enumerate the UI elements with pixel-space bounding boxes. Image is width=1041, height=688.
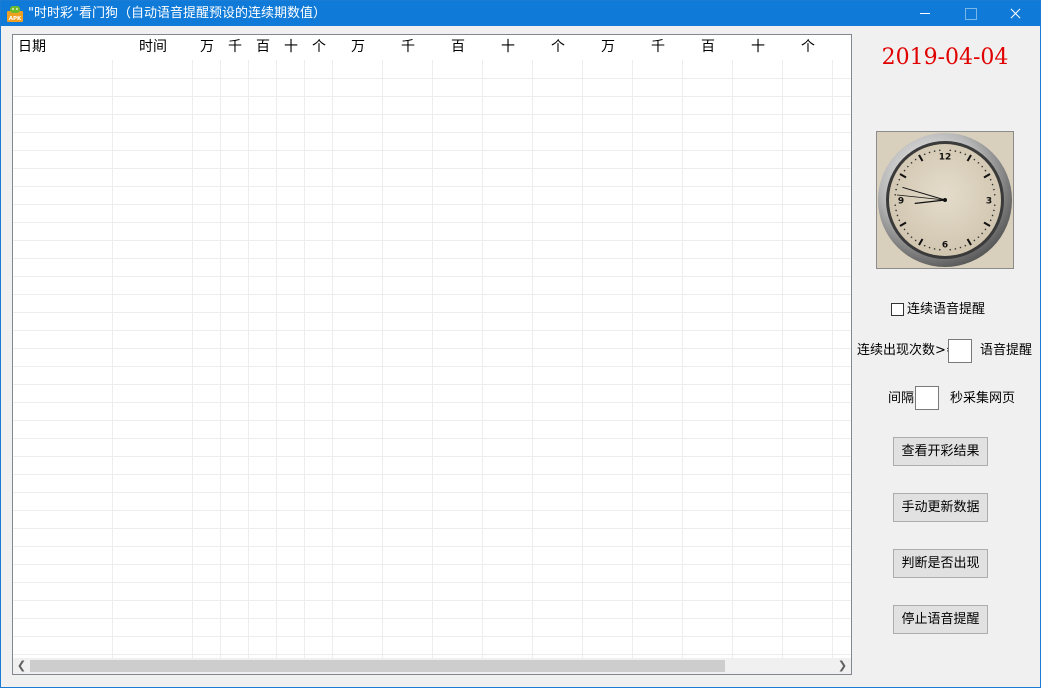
- clock-minute-dot: [938, 248, 941, 251]
- column-header-11[interactable]: 个: [533, 35, 583, 60]
- column-header-10[interactable]: 十: [483, 35, 533, 60]
- interval-prefix: 间隔: [888, 391, 915, 406]
- grid-lines: [13, 35, 851, 658]
- stop-voice-button[interactable]: 停止语音提醒: [893, 605, 988, 634]
- clock-number-3: 3: [986, 197, 992, 207]
- clock-minute-dot: [981, 232, 983, 235]
- column-header-4[interactable]: 百: [249, 35, 277, 60]
- current-date: 2019-04-04: [881, 45, 1009, 70]
- maximize-icon[interactable]: [947, 1, 993, 26]
- results-grid[interactable]: 日期 时间万千百十个万千百十个万千百十个 ❮ ❯: [12, 34, 852, 675]
- clock-minute-dot: [989, 178, 992, 181]
- clock-minute-dot: [984, 169, 987, 172]
- clock-minute-dot: [910, 162, 913, 164]
- clock-number-6: 6: [942, 241, 948, 251]
- clock-minute-dot: [907, 165, 909, 168]
- clock-minute-dot: [907, 232, 909, 235]
- column-header-3[interactable]: 千: [221, 35, 249, 60]
- clock-minute-dot: [933, 150, 936, 152]
- clock-minute-dot: [993, 204, 996, 207]
- clock-minute-dot: [894, 204, 897, 207]
- clock-minute-dot: [928, 151, 931, 154]
- scroll-left-icon[interactable]: ❮: [13, 658, 30, 674]
- column-header-12[interactable]: 万: [583, 35, 633, 60]
- minimize-icon[interactable]: [902, 1, 948, 26]
- clock-minute-dot: [903, 228, 906, 231]
- clock-minute-dot: [895, 188, 897, 191]
- column-header-0[interactable]: 日期: [13, 35, 113, 60]
- consecutive-count-input[interactable]: [948, 339, 972, 363]
- clock-minute-dot: [898, 178, 901, 181]
- clock-minute-dot: [993, 193, 996, 196]
- column-header-16[interactable]: 个: [783, 35, 833, 60]
- clock-minute-dot: [954, 150, 957, 152]
- voice-alert-checkbox[interactable]: [891, 303, 904, 316]
- clock-minute-dot: [993, 188, 995, 191]
- clock-number-9: 9: [898, 197, 904, 207]
- clock-minute-dot: [959, 151, 962, 154]
- column-header-9[interactable]: 百: [433, 35, 483, 60]
- column-header-2[interactable]: 万: [193, 35, 221, 60]
- clock-minute-dot: [894, 193, 897, 196]
- column-header-7[interactable]: 万: [333, 35, 383, 60]
- clock-minute-dot: [928, 246, 931, 249]
- clock-minute-dot: [984, 228, 987, 231]
- clock-minute-dot: [977, 162, 980, 164]
- clock-minute-dot: [964, 244, 967, 247]
- clock-minute-dot: [910, 236, 913, 238]
- clock-minute-dot: [898, 219, 901, 222]
- clock-minute-dot: [989, 219, 992, 222]
- column-header-6[interactable]: 个: [305, 35, 333, 60]
- consecutive-count-prefix: 连续出现次数>=: [857, 343, 957, 358]
- clock-minute-dot: [959, 246, 962, 249]
- clock-minute-dot: [949, 248, 952, 251]
- scroll-right-icon[interactable]: ❯: [834, 658, 851, 674]
- title-bar[interactable]: APK "时时彩"看门狗（自动语音提醒预设的连续期数值）: [1, 1, 1040, 26]
- analog-clock: 12 3 6 9: [876, 131, 1014, 269]
- interval-suffix: 秒采集网页: [950, 391, 1016, 406]
- column-header-8[interactable]: 千: [383, 35, 433, 60]
- window-title: "时时彩"看门狗（自动语音提醒预设的连续期数值）: [28, 6, 326, 21]
- apk-app-icon: APK: [7, 6, 23, 22]
- clock-minute-dot: [964, 153, 967, 156]
- interval-input[interactable]: [915, 386, 939, 410]
- check-occurrence-button[interactable]: 判断是否出现: [893, 549, 988, 578]
- clock-minute-dot: [895, 209, 897, 212]
- clock-minute-dot: [954, 248, 957, 250]
- clock-minute-dot: [896, 214, 899, 217]
- clock-face-icon: 12 3 6 9: [878, 133, 1012, 267]
- clock-minute-dot: [914, 158, 917, 161]
- column-header-1[interactable]: 时间: [113, 35, 193, 60]
- manual-update-button[interactable]: 手动更新数据: [893, 493, 988, 522]
- clock-minute-dot: [977, 236, 980, 238]
- clock-minute-dot: [923, 244, 926, 247]
- clock-minute-dot: [981, 165, 983, 168]
- clock-minute-dot: [973, 158, 976, 161]
- clock-minute-dot: [923, 153, 926, 156]
- clock-minute-dot: [949, 149, 952, 152]
- clock-minute-dot: [914, 239, 917, 242]
- svg-text:APK: APK: [9, 16, 22, 22]
- clock-minute-dot: [993, 209, 995, 212]
- grid-header: 日期 时间万千百十个万千百十个万千百十个: [13, 35, 851, 60]
- horizontal-scrollbar[interactable]: ❮ ❯: [13, 658, 851, 674]
- clock-minute-dot: [991, 183, 994, 186]
- consecutive-count-suffix: 语音提醒: [980, 343, 1033, 358]
- clock-minute-dot: [973, 239, 976, 242]
- column-header-13[interactable]: 千: [633, 35, 683, 60]
- column-header-5[interactable]: 十: [277, 35, 305, 60]
- clock-minute-dot: [896, 183, 899, 186]
- close-icon[interactable]: [992, 1, 1038, 26]
- scroll-thumb[interactable]: [30, 660, 725, 672]
- column-header-14[interactable]: 百: [683, 35, 733, 60]
- voice-alert-label: 连续语音提醒: [907, 302, 986, 317]
- column-header-15[interactable]: 十: [733, 35, 783, 60]
- view-results-button[interactable]: 查看开彩结果: [893, 437, 988, 466]
- main-window: APK "时时彩"看门狗（自动语音提醒预设的连续期数值） 日期 时间万千百十个万千…: [0, 0, 1041, 688]
- clock-minute-dot: [933, 248, 936, 250]
- clock-minute-dot: [938, 149, 941, 152]
- clock-minute-dot: [991, 214, 994, 217]
- clock-minute-dot: [903, 169, 906, 172]
- clock-number-12: 12: [939, 153, 952, 163]
